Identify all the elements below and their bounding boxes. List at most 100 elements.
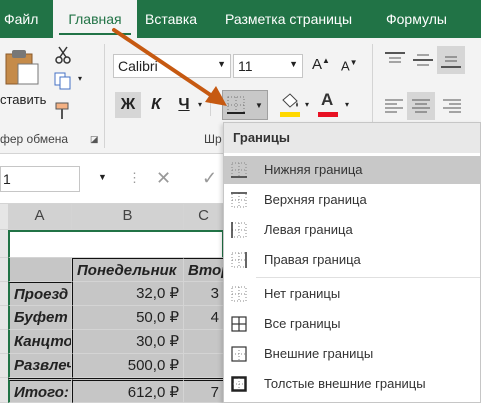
merged-title-cell[interactable] — [8, 230, 224, 258]
font-color-swatch — [318, 112, 338, 117]
no-border-icon — [231, 286, 247, 302]
menu-item-top-border[interactable]: Верхняя граница — [224, 186, 480, 214]
paste-button[interactable]: ставить — [0, 42, 46, 112]
align-right-icon[interactable] — [443, 98, 461, 114]
menu-item-right-border[interactable]: Правая граница — [224, 246, 480, 274]
align-bottom-icon — [441, 56, 461, 68]
top-border-icon — [231, 192, 247, 208]
name-box[interactable]: 1 — [0, 166, 80, 192]
font-size-dropdown[interactable]: 11 ▼ — [233, 54, 303, 78]
menu-item-thick-outside-borders[interactable]: Толстые внешние границы — [224, 370, 480, 398]
bottom-border-icon — [231, 162, 247, 178]
cut-icon[interactable] — [54, 46, 72, 64]
menu-item-all-borders[interactable]: Все границы — [224, 310, 480, 338]
name-box-dropdown-icon[interactable]: ▼ — [98, 172, 107, 182]
table-cell[interactable]: Втор — [184, 258, 224, 282]
copy-dropdown-icon[interactable]: ▾ — [78, 74, 82, 83]
menu-item-label: Нет границы — [264, 286, 341, 301]
group-separator — [104, 44, 105, 148]
align-middle-icon[interactable] — [413, 52, 433, 68]
confirm-entry-icon[interactable]: ✓ — [202, 168, 217, 189]
increase-font-size-icon[interactable]: A▲ — [312, 56, 330, 73]
font-color-dropdown-icon[interactable]: ▾ — [345, 100, 349, 109]
format-painter-icon[interactable] — [54, 102, 72, 120]
italic-button[interactable]: К — [146, 92, 166, 118]
table-cell[interactable] — [184, 330, 224, 354]
menu-item-label: Нижняя граница — [264, 162, 363, 177]
menu-item-outside-borders[interactable]: Внешние границы — [224, 340, 480, 368]
fill-color-swatch — [280, 112, 300, 117]
tab-formulas[interactable]: Формулы — [386, 0, 447, 38]
column-header-a[interactable]: A — [8, 204, 72, 230]
left-border-icon — [231, 222, 247, 238]
name-box-value: 1 — [3, 171, 11, 187]
active-tab-underline — [59, 33, 131, 35]
thick-outside-borders-icon — [231, 376, 247, 392]
font-group-label: Шр — [204, 132, 222, 146]
menu-item-label: Внешние границы — [264, 346, 374, 361]
bold-button[interactable]: Ж — [115, 92, 141, 118]
tab-page-layout[interactable]: Разметка страницы — [225, 0, 352, 38]
underline-button[interactable]: Ч — [174, 92, 194, 118]
fill-color-button[interactable] — [280, 92, 302, 120]
tab-insert[interactable]: Вставка — [145, 0, 197, 38]
column-header-b[interactable]: B — [72, 204, 184, 230]
table-cell[interactable]: 30,0 ₽ — [72, 330, 184, 354]
ribbon-tab-bar: Файл Главная Вставка Разметка страницы Ф… — [0, 0, 481, 38]
paste-icon — [5, 50, 39, 85]
menu-item-label: Правая граница — [264, 252, 361, 267]
font-color-icon: A — [321, 90, 334, 109]
table-cell[interactable]: 612,0 ₽ — [72, 378, 184, 403]
table-cell[interactable]: 3 — [184, 282, 224, 306]
copy-icon[interactable] — [54, 72, 72, 90]
tab-file[interactable]: Файл — [4, 0, 38, 38]
table-cell[interactable]: Буфет — [8, 306, 72, 330]
paint-bucket-icon — [282, 93, 298, 108]
bottom-border-icon — [227, 96, 245, 114]
group-separator — [210, 94, 211, 116]
table-cell[interactable]: Развлеч — [8, 354, 72, 378]
table-cell[interactable]: 7 — [184, 378, 224, 403]
menu-item-bottom-border[interactable]: Нижняя граница — [224, 156, 480, 184]
menu-separator — [256, 277, 480, 278]
tab-home[interactable]: Главная — [53, 0, 137, 38]
formula-bar-handle-icon[interactable]: ⋮ — [128, 170, 141, 186]
table-cell[interactable]: 50,0 ₽ — [72, 306, 184, 330]
right-border-icon — [231, 252, 247, 268]
tab-home-label: Главная — [68, 11, 122, 27]
table-cell[interactable] — [184, 354, 224, 378]
menu-item-label: Толстые внешние границы — [264, 376, 426, 391]
fill-color-dropdown-icon[interactable]: ▾ — [305, 100, 309, 109]
column-header-c[interactable]: C — [184, 204, 224, 230]
clipboard-launcher-icon[interactable]: ◪ — [90, 134, 99, 145]
cancel-entry-icon[interactable]: ✕ — [156, 168, 171, 189]
font-color-button[interactable]: A — [318, 90, 340, 120]
table-cell[interactable]: Проезд — [8, 282, 72, 306]
table-cell[interactable]: Понедельник — [72, 258, 184, 282]
align-top-icon[interactable] — [385, 52, 405, 68]
all-borders-icon — [231, 316, 247, 332]
align-center-button[interactable] — [407, 92, 435, 120]
paste-label: ставить — [0, 92, 47, 107]
total-label-cell[interactable]: Итого: — [8, 378, 72, 403]
table-cell[interactable]: 4 — [184, 306, 224, 330]
borders-dropdown-menu: Границы Нижняя граница Верхняя граница Л… — [223, 122, 481, 403]
menu-item-no-border[interactable]: Нет границы — [224, 280, 480, 308]
table-cell[interactable] — [8, 258, 72, 282]
clipboard-group-label: фер обмена — [0, 132, 69, 146]
outside-borders-icon — [231, 346, 247, 362]
align-left-icon[interactable] — [385, 98, 403, 114]
align-bottom-button[interactable] — [437, 46, 465, 74]
table-cell[interactable]: 32,0 ₽ — [72, 282, 184, 306]
table-cell[interactable]: 500,0 ₽ — [72, 354, 184, 378]
underline-dropdown-icon[interactable]: ▾ — [198, 100, 202, 109]
menu-item-left-border[interactable]: Левая граница — [224, 216, 480, 244]
menu-item-label: Все границы — [264, 316, 341, 331]
menu-item-label: Левая граница — [264, 222, 353, 237]
borders-button[interactable]: ▼ — [222, 90, 268, 120]
menu-item-label: Верхняя граница — [264, 192, 367, 207]
decrease-font-size-icon[interactable]: A▼ — [341, 58, 358, 73]
chevron-down-icon: ▼ — [289, 59, 298, 69]
table-cell[interactable]: Канцто — [8, 330, 72, 354]
font-name-dropdown[interactable]: Calibri ▼ — [113, 54, 231, 78]
